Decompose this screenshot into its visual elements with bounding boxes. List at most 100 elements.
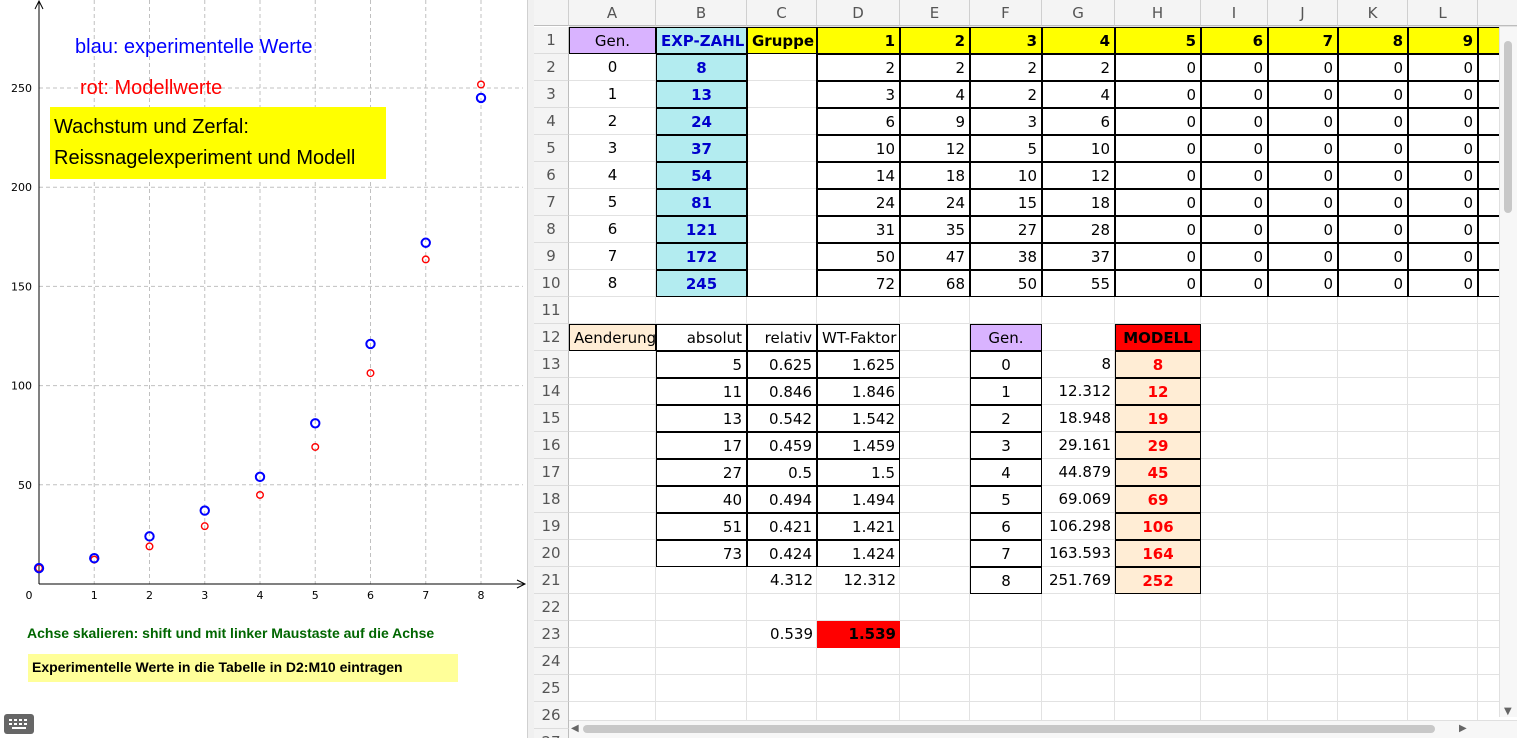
cell-exp-zahl[interactable]: 8: [656, 54, 747, 81]
cell-group-value[interactable]: 0: [1408, 270, 1478, 297]
cell-gen[interactable]: 4: [569, 162, 656, 189]
cell-gen[interactable]: 0: [569, 54, 656, 81]
cell-wt-faktor[interactable]: 1.846: [817, 378, 900, 405]
row-header-17[interactable]: 17: [534, 459, 569, 486]
cell-group-value[interactable]: 2: [1042, 54, 1115, 81]
cell-exp-zahl[interactable]: 13: [656, 81, 747, 108]
cell-group-value[interactable]: 55: [1042, 270, 1115, 297]
cell-group-value[interactable]: 5: [970, 135, 1042, 162]
cell-absolut[interactable]: 51: [656, 513, 747, 540]
column-header-b[interactable]: B: [656, 0, 747, 26]
cell-model-raw[interactable]: 29.161: [1042, 432, 1115, 459]
cell-d21-sum[interactable]: 12.312: [817, 567, 900, 594]
cell-group-value[interactable]: 0: [1338, 189, 1408, 216]
cell-gen[interactable]: 5: [569, 189, 656, 216]
cell-e1-group-header[interactable]: 2: [900, 27, 970, 54]
row-header-7[interactable]: 7: [534, 189, 569, 216]
cell-model-raw[interactable]: 69.069: [1042, 486, 1115, 513]
cell-group-value[interactable]: 0: [1115, 270, 1201, 297]
row-header-5[interactable]: 5: [534, 135, 569, 162]
cell-h12-modell-header[interactable]: MODELL: [1115, 324, 1201, 351]
cell-group-value[interactable]: 0: [1201, 135, 1268, 162]
cell-group-value[interactable]: 0: [1408, 81, 1478, 108]
cell-l1-group-header[interactable]: 9: [1408, 27, 1478, 54]
cell-group-value[interactable]: 37: [1042, 243, 1115, 270]
row-header-10[interactable]: 10: [534, 270, 569, 297]
column-header-i[interactable]: I: [1201, 0, 1268, 26]
row-header-22[interactable]: 22: [534, 594, 569, 621]
cell-group-value[interactable]: 0: [1338, 216, 1408, 243]
cell-modell-value[interactable]: 45: [1115, 459, 1201, 486]
cell-group-value[interactable]: 0: [1408, 54, 1478, 81]
cell-model-gen[interactable]: 3: [970, 432, 1042, 459]
cell-group-value[interactable]: 47: [900, 243, 970, 270]
cell-group-value[interactable]: 18: [900, 162, 970, 189]
cell-modell-value[interactable]: 106: [1115, 513, 1201, 540]
cell-group-value[interactable]: 0: [1268, 135, 1338, 162]
cell-b12-absolut[interactable]: absolut: [656, 324, 747, 351]
cell-modell-value[interactable]: 252: [1115, 567, 1201, 594]
cell-modell-value[interactable]: 29: [1115, 432, 1201, 459]
row-header-15[interactable]: 15: [534, 405, 569, 432]
cell-wt-faktor[interactable]: 1.459: [817, 432, 900, 459]
cell-group-value[interactable]: 0: [1201, 162, 1268, 189]
column-header-e[interactable]: E: [900, 0, 970, 26]
cell-absolut[interactable]: 73: [656, 540, 747, 567]
horizontal-scroll-thumb[interactable]: [583, 725, 1435, 733]
cell-wt-faktor[interactable]: 1.5: [817, 459, 900, 486]
row-header-12[interactable]: 12: [534, 324, 569, 351]
column-header-h[interactable]: H: [1115, 0, 1201, 26]
cell-group-value[interactable]: 2: [900, 54, 970, 81]
cell-group-value[interactable]: 0: [1201, 243, 1268, 270]
cell-relativ[interactable]: 0.625: [747, 351, 817, 378]
cell-model-gen[interactable]: 1: [970, 378, 1042, 405]
row-header-16[interactable]: 16: [534, 432, 569, 459]
cell-gen[interactable]: 7: [569, 243, 656, 270]
cell-exp-zahl[interactable]: 37: [656, 135, 747, 162]
vertical-scrollbar[interactable]: ▼: [1499, 27, 1517, 717]
cell-group-value[interactable]: 0: [1201, 108, 1268, 135]
row-header-2[interactable]: 2: [534, 54, 569, 81]
cell-absolut[interactable]: 13: [656, 405, 747, 432]
cell-relativ[interactable]: 0.494: [747, 486, 817, 513]
cell-group-value[interactable]: 3: [817, 81, 900, 108]
cell-gen[interactable]: 8: [569, 270, 656, 297]
row-header-4[interactable]: 4: [534, 108, 569, 135]
cell-group-value[interactable]: 0: [1338, 243, 1408, 270]
cell-model-gen[interactable]: 7: [970, 540, 1042, 567]
cell-gen[interactable]: 3: [569, 135, 656, 162]
cell-group-value[interactable]: 0: [1201, 81, 1268, 108]
cell-group-value[interactable]: 68: [900, 270, 970, 297]
cell-exp-zahl[interactable]: 121: [656, 216, 747, 243]
cell-group-value[interactable]: 3: [970, 108, 1042, 135]
cell-group-value[interactable]: 0: [1338, 135, 1408, 162]
cell-group-value[interactable]: 0: [1115, 108, 1201, 135]
cell-j1-group-header[interactable]: 7: [1268, 27, 1338, 54]
column-header-f[interactable]: F: [970, 0, 1042, 26]
cell-group-value[interactable]: 0: [1115, 189, 1201, 216]
cell-g1-group-header[interactable]: 4: [1042, 27, 1115, 54]
cell-model-raw[interactable]: 106.298: [1042, 513, 1115, 540]
cell-c21-sum[interactable]: 4.312: [747, 567, 817, 594]
row-header-13[interactable]: 13: [534, 351, 569, 378]
cell-relativ[interactable]: 0.424: [747, 540, 817, 567]
cell-group-value[interactable]: 0: [1338, 162, 1408, 189]
keyboard-icon[interactable]: [4, 714, 34, 734]
cell-model-gen[interactable]: 6: [970, 513, 1042, 540]
cell-group-value[interactable]: 0: [1201, 270, 1268, 297]
column-header-k[interactable]: K: [1338, 0, 1408, 26]
cell-group-value[interactable]: 0: [1408, 189, 1478, 216]
spreadsheet-view[interactable]: ABCDEFGHIJKL 1 2 3 4 5 6 7 8 9 10 11 12 13 14 15 16 17 18…: [534, 0, 1517, 738]
row-header-21[interactable]: 21: [534, 567, 569, 594]
column-header-g[interactable]: G: [1042, 0, 1115, 26]
cell-group-value[interactable]: 12: [900, 135, 970, 162]
row-header-23[interactable]: 23: [534, 621, 569, 648]
row-header-6[interactable]: 6: [534, 162, 569, 189]
row-header-8[interactable]: 8: [534, 216, 569, 243]
cell-group-value[interactable]: 10: [817, 135, 900, 162]
cell-wt-faktor[interactable]: 1.424: [817, 540, 900, 567]
cell-group-value[interactable]: 0: [1268, 81, 1338, 108]
column-header-a[interactable]: A: [569, 0, 656, 26]
row-header-19[interactable]: 19: [534, 513, 569, 540]
cell-gen[interactable]: 1: [569, 81, 656, 108]
